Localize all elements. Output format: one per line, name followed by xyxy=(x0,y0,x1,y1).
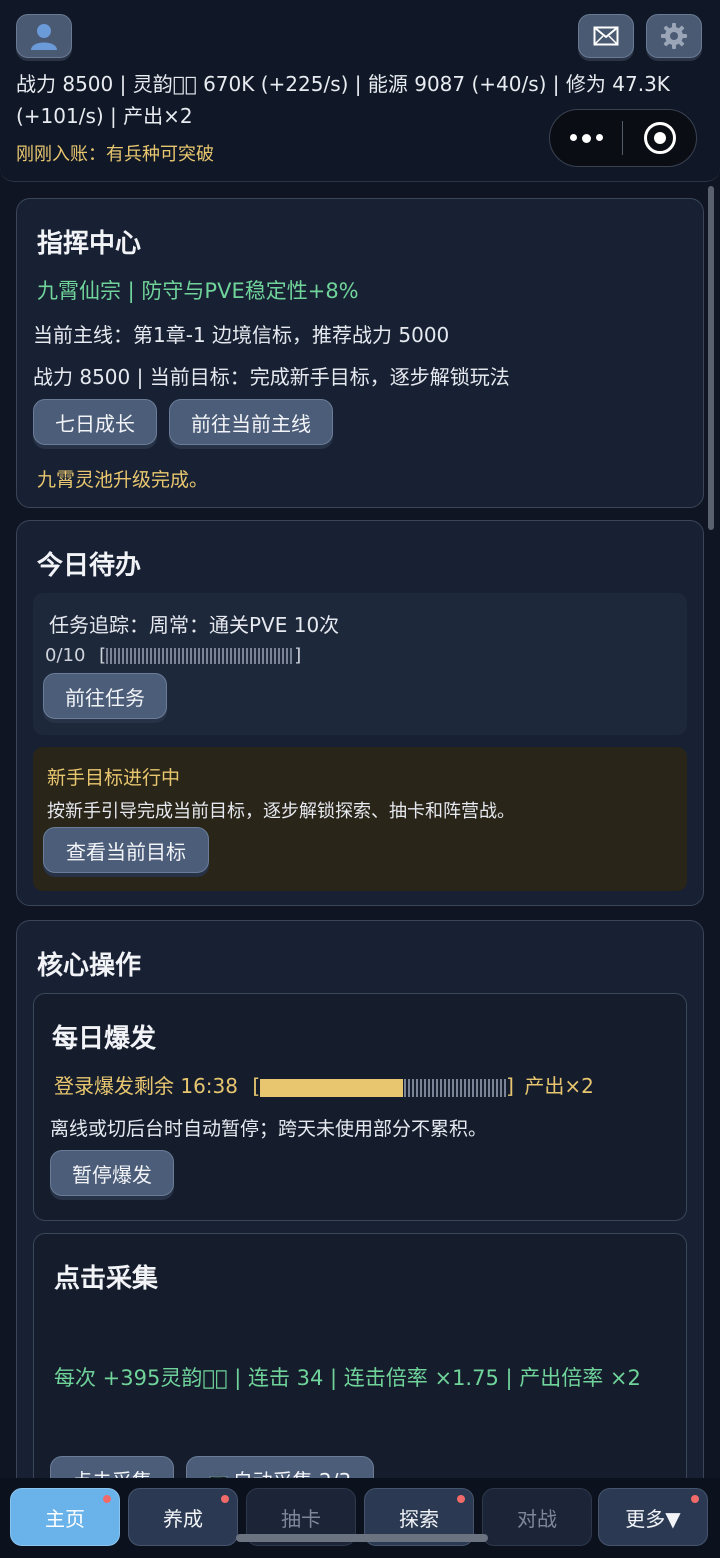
newbie-goal-panel: 新手目标进行中 按新手引导完成当前目标，逐步解锁探索、抽卡和阵营战。 查看当前目… xyxy=(33,747,687,891)
core-actions-card: 核心操作 每日爆发 登录爆发剩余 16:38 [] 产出×2 离线或切后台时自动… xyxy=(16,920,704,1533)
tab-label: 养成 xyxy=(163,1506,203,1531)
mainline-info: 当前主线：第1章-1 边境信标，推荐战力 5000 xyxy=(33,323,450,347)
close-program-icon[interactable] xyxy=(623,122,696,154)
bottom-tab-bar: 主页 养成 抽卡 探索 对战 更多▼ xyxy=(0,1478,720,1558)
tab-label: 对战 xyxy=(517,1506,557,1531)
task-progress-bar: [] xyxy=(99,645,302,666)
mail-button[interactable] xyxy=(578,14,634,58)
burst-desc: 离线或切后台时自动暂停；跨天未使用部分不累积。 xyxy=(50,1118,488,1140)
task-progress-row: 0/10 [] xyxy=(45,645,301,666)
avatar-icon xyxy=(31,24,57,50)
notification-dot xyxy=(457,1495,465,1503)
progress-fill xyxy=(260,1078,403,1097)
goto-mainline-button[interactable]: 前往当前主线 xyxy=(169,399,333,445)
seven-day-growth-button[interactable]: 七日成长 xyxy=(33,399,157,445)
mail-icon xyxy=(593,26,619,46)
notification-dot xyxy=(103,1495,111,1503)
tab-label: 更多▼ xyxy=(625,1506,681,1531)
todo-card: 今日待办 任务追踪：周常：通关PVE 10次 0/10 [] 前往任务 新手目标… xyxy=(16,520,704,906)
tab-label: 主页 xyxy=(45,1506,85,1531)
income-notice: 刚刚入账：有兵种可突破 xyxy=(16,144,214,165)
avatar-button[interactable] xyxy=(16,14,72,58)
mini-program-capsule xyxy=(549,109,697,167)
task-progress-text: 0/10 xyxy=(45,645,86,666)
card-title: 指挥中心 xyxy=(37,229,142,259)
card-title: 今日待办 xyxy=(37,551,142,581)
burst-output: 产出×2 xyxy=(524,1074,594,1098)
notification-dot xyxy=(221,1495,229,1503)
command-center-card: 指挥中心 九霄仙宗 | 防守与PVE稳定性+8% 当前主线：第1章-1 边境信标… xyxy=(16,198,704,508)
notification-dot xyxy=(691,1495,699,1503)
upgrade-message: 九霄灵池升级完成。 xyxy=(37,469,209,491)
tab-4: 对战 xyxy=(482,1488,592,1546)
current-target: 战力 8500 | 当前目标：完成新手目标，逐步解锁玩法 xyxy=(33,365,510,389)
newbie-desc: 按新手引导完成当前目标，逐步解锁探索、抽卡和阵营战。 xyxy=(47,801,515,822)
faction-bonus: 九霄仙宗 | 防守与PVE稳定性+8% xyxy=(37,279,359,303)
collect-title: 点击采集 xyxy=(54,1264,159,1294)
home-indicator xyxy=(236,1534,488,1542)
tab-0[interactable]: 主页 xyxy=(10,1488,120,1546)
top-status-bar: 战力 8500 | 灵韵真᷊ 670K (+225/s) | 能源 9087 (… xyxy=(0,0,720,182)
view-goal-button[interactable]: 查看当前目标 xyxy=(43,827,209,873)
task-tracker-panel: 任务追踪：周常：通关PVE 10次 0/10 [] 前往任务 xyxy=(33,593,687,735)
goto-task-button[interactable]: 前往任务 xyxy=(43,673,167,719)
burst-remain: 登录爆发剩余 16:38 xyxy=(54,1074,238,1098)
tab-label: 抽卡 xyxy=(281,1506,321,1531)
burst-status-row: 登录爆发剩余 16:38 [] 产出×2 xyxy=(54,1070,594,1099)
card-title: 核心操作 xyxy=(37,951,142,981)
burst-progress-bar: [] xyxy=(252,1074,514,1098)
tab-label: 探索 xyxy=(399,1506,439,1531)
newbie-title: 新手目标进行中 xyxy=(47,767,181,789)
settings-button[interactable] xyxy=(646,14,702,58)
task-label: 任务追踪：周常：通关PVE 10次 xyxy=(49,613,340,637)
burst-title: 每日爆发 xyxy=(52,1024,157,1054)
tab-1[interactable]: 养成 xyxy=(128,1488,238,1546)
more-options-icon[interactable] xyxy=(550,133,622,143)
tab-5[interactable]: 更多▼ xyxy=(598,1488,708,1546)
collect-stats: 每次 +395灵韵真᷊ | 连击 34 | 连击倍率 ×1.75 | 产出倍率 … xyxy=(54,1366,641,1390)
daily-burst-panel: 每日爆发 登录爆发剩余 16:38 [] 产出×2 离线或切后台时自动暂停；跨天… xyxy=(33,993,687,1221)
scrollbar[interactable] xyxy=(708,186,714,530)
pause-burst-button[interactable]: 暂停爆发 xyxy=(50,1150,174,1196)
gear-icon xyxy=(661,23,687,49)
